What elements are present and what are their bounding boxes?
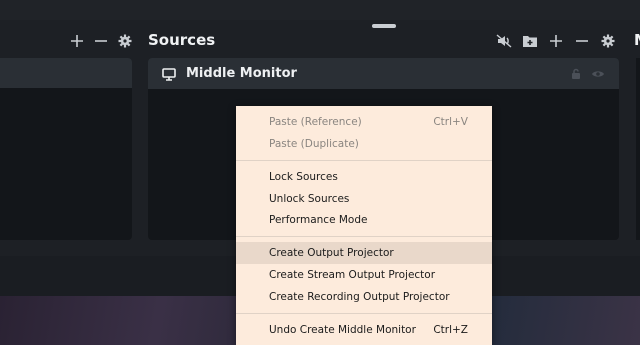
menu-item-shortcut: Ctrl+Z bbox=[433, 324, 468, 336]
dock-drag-handle[interactable] bbox=[372, 24, 396, 28]
plus-icon[interactable] bbox=[70, 32, 84, 50]
menu-item-lock-sources[interactable]: Lock Sources bbox=[236, 166, 492, 188]
menu-separator bbox=[236, 160, 492, 161]
source-row-icons bbox=[569, 66, 605, 85]
menu-item-shortcut: Ctrl+V bbox=[433, 116, 468, 128]
menu-item-paste-duplicate[interactable]: Paste (Duplicate) bbox=[236, 133, 492, 155]
menu-item-label: Create Recording Output Projector bbox=[269, 291, 450, 303]
menu-item-paste-reference[interactable]: Paste (Reference) Ctrl+V bbox=[236, 111, 492, 133]
menu-item-label: Lock Sources bbox=[269, 171, 338, 183]
menu-item-label: Unlock Sources bbox=[269, 193, 350, 205]
folder-add-icon[interactable] bbox=[522, 32, 538, 50]
left-dock-toolbar bbox=[70, 31, 132, 51]
source-item[interactable]: Middle Monitor bbox=[148, 58, 619, 89]
sources-dock-title: Sources bbox=[148, 31, 216, 49]
source-name: Middle Monitor bbox=[186, 66, 297, 81]
scenes-panel[interactable] bbox=[0, 58, 132, 240]
menu-item-label: Paste (Duplicate) bbox=[269, 138, 359, 150]
menu-item-label: Create Stream Output Projector bbox=[269, 269, 436, 281]
menu-item-unlock-sources[interactable]: Unlock Sources bbox=[236, 188, 492, 210]
menu-separator bbox=[236, 313, 492, 314]
eye-icon[interactable] bbox=[591, 66, 605, 85]
sources-toolbar bbox=[496, 31, 616, 51]
menu-item-performance-mode[interactable]: Performance Mode bbox=[236, 209, 492, 231]
gear-icon[interactable] bbox=[118, 32, 132, 50]
lock-icon[interactable] bbox=[569, 66, 583, 85]
context-menu: Paste (Reference) Ctrl+V Paste (Duplicat… bbox=[236, 106, 492, 345]
menu-item-undo[interactable]: Undo Create Middle Monitor Ctrl+Z bbox=[236, 319, 492, 341]
monitor-icon bbox=[162, 67, 176, 81]
scene-row-selected[interactable] bbox=[0, 58, 132, 88]
menu-item-label: Paste (Reference) bbox=[269, 116, 362, 128]
menu-item-create-output-projector[interactable]: Create Output Projector bbox=[236, 242, 492, 264]
next-dock-title: M bbox=[634, 31, 640, 49]
gear-icon[interactable] bbox=[600, 32, 616, 50]
menu-separator bbox=[236, 236, 492, 237]
menu-item-label: Undo Create Middle Monitor bbox=[269, 324, 416, 336]
plus-icon[interactable] bbox=[548, 32, 564, 50]
menu-item-label: Create Output Projector bbox=[269, 247, 394, 259]
menu-item-label: Performance Mode bbox=[269, 214, 368, 226]
minus-icon[interactable] bbox=[94, 32, 108, 50]
next-dock-panel bbox=[636, 58, 640, 240]
window-top-bar bbox=[0, 0, 640, 21]
menu-item-create-stream-output-projector[interactable]: Create Stream Output Projector bbox=[236, 264, 492, 286]
minus-icon[interactable] bbox=[574, 32, 590, 50]
menu-item-create-recording-output-projector[interactable]: Create Recording Output Projector bbox=[236, 286, 492, 308]
audio-icon[interactable] bbox=[496, 32, 512, 50]
